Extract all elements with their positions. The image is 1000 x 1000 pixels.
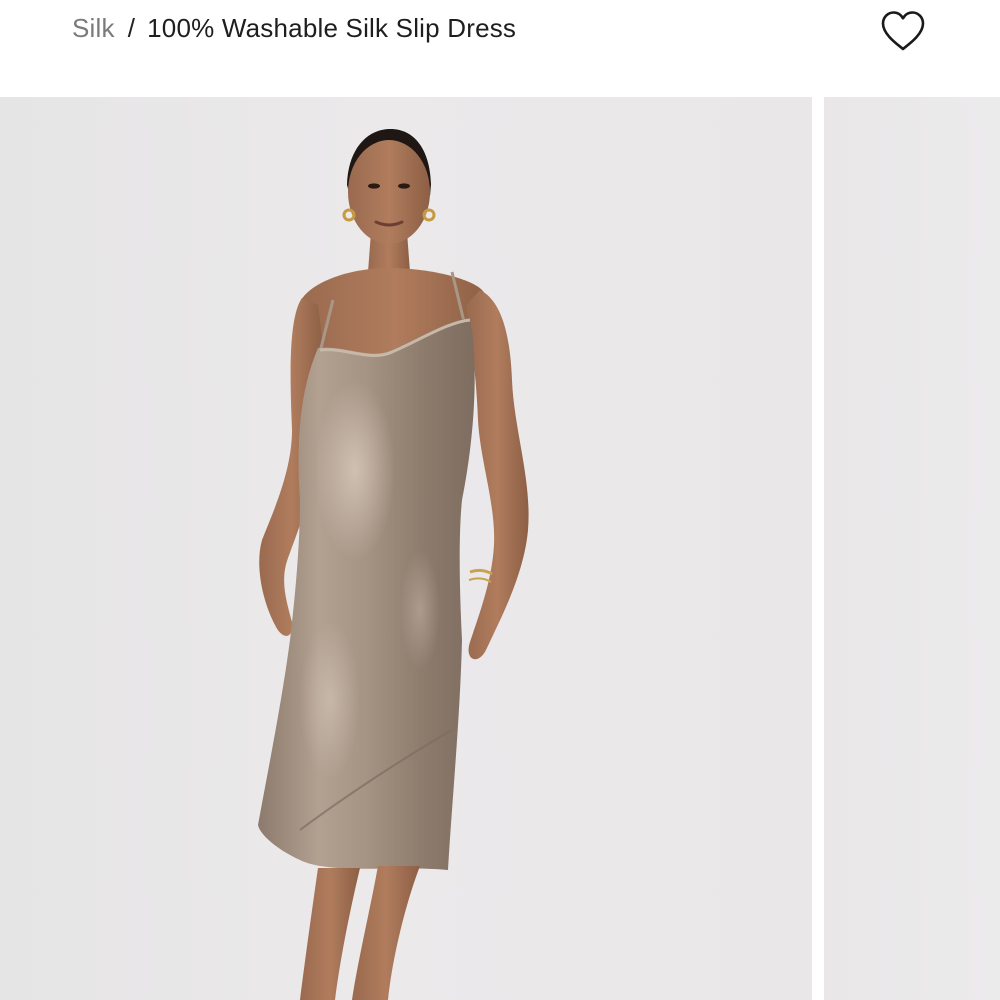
product-header: Silk / 100% Washable Silk Slip Dress [0, 0, 1000, 97]
heart-outline-icon [881, 11, 925, 51]
product-image-next[interactable] [824, 97, 1000, 1000]
breadcrumb-link-silk[interactable]: Silk [72, 13, 115, 44]
breadcrumb-current-page: 100% Washable Silk Slip Dress [147, 12, 517, 43]
product-image-main[interactable] [0, 97, 812, 1000]
product-photo-model [258, 128, 529, 1000]
product-image-gallery[interactable] [0, 97, 1000, 1000]
wishlist-button[interactable] [875, 6, 931, 56]
breadcrumb: Silk / 100% Washable Silk Slip Dress [72, 12, 516, 44]
breadcrumb-separator: / [127, 12, 136, 43]
